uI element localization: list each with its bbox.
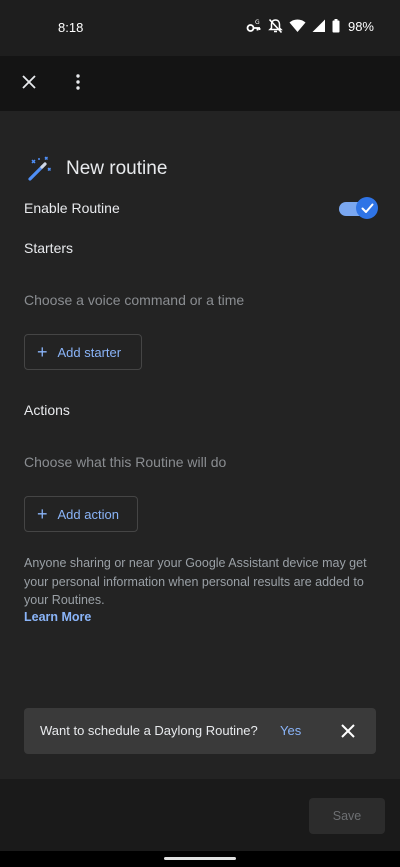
enable-routine-toggle[interactable]: [339, 197, 378, 219]
screen: 8:18 G 98% New routine Enable Routine St…: [0, 0, 400, 867]
status-icons: G 98%: [246, 18, 374, 34]
close-icon: [22, 75, 36, 89]
status-bar: 8:18 G 98%: [0, 0, 400, 56]
toggle-knob: [356, 197, 378, 219]
starters-heading: Starters: [24, 240, 74, 256]
close-icon: [341, 724, 355, 738]
svg-text:G: G: [255, 19, 260, 26]
more-vert-icon: [76, 74, 80, 90]
snackbar-message: Want to schedule a Daylong Routine?: [40, 723, 258, 738]
save-button[interactable]: Save: [309, 798, 385, 834]
plus-icon: +: [37, 342, 48, 362]
actions-heading: Actions: [24, 402, 70, 418]
actions-hint: Choose what this Routine will do: [24, 454, 227, 470]
check-icon: [361, 203, 373, 213]
battery-percentage: 98%: [347, 18, 374, 34]
status-time: 8:18: [58, 20, 84, 35]
daylong-snackbar: Want to schedule a Daylong Routine? Yes: [24, 708, 376, 754]
app-bar: [0, 56, 400, 111]
add-action-button[interactable]: + Add action: [24, 496, 138, 532]
magic-wand-icon: [28, 156, 51, 181]
more-options-button[interactable]: [64, 67, 92, 97]
snackbar-close-button[interactable]: [336, 719, 360, 743]
key-g-icon: G: [246, 19, 261, 32]
plus-icon: +: [37, 504, 48, 524]
add-starter-button[interactable]: + Add starter: [24, 334, 142, 370]
snackbar-yes-button[interactable]: Yes: [280, 723, 301, 738]
starters-hint: Choose a voice command or a time: [24, 292, 245, 308]
routine-editor: New routine Enable Routine Starters Choo…: [0, 111, 400, 779]
battery-icon: [332, 19, 340, 33]
title-row: New routine: [26, 155, 167, 183]
privacy-disclaimer: Anyone sharing or near your Google Assis…: [24, 556, 367, 607]
add-starter-label: Add starter: [57, 344, 122, 360]
enable-routine-label: Enable Routine: [24, 200, 120, 216]
wifi-icon: [289, 19, 306, 32]
bottom-action-bar: Save: [0, 779, 400, 851]
add-action-label: Add action: [57, 506, 119, 522]
close-button[interactable]: [14, 67, 44, 97]
home-gesture-handle[interactable]: [164, 857, 236, 860]
gesture-nav-bar: [0, 851, 400, 867]
learn-more-link[interactable]: Learn More: [24, 610, 91, 624]
signal-icon: [312, 19, 325, 32]
page-title: New routine: [66, 158, 168, 179]
bell-off-icon: [268, 18, 283, 34]
